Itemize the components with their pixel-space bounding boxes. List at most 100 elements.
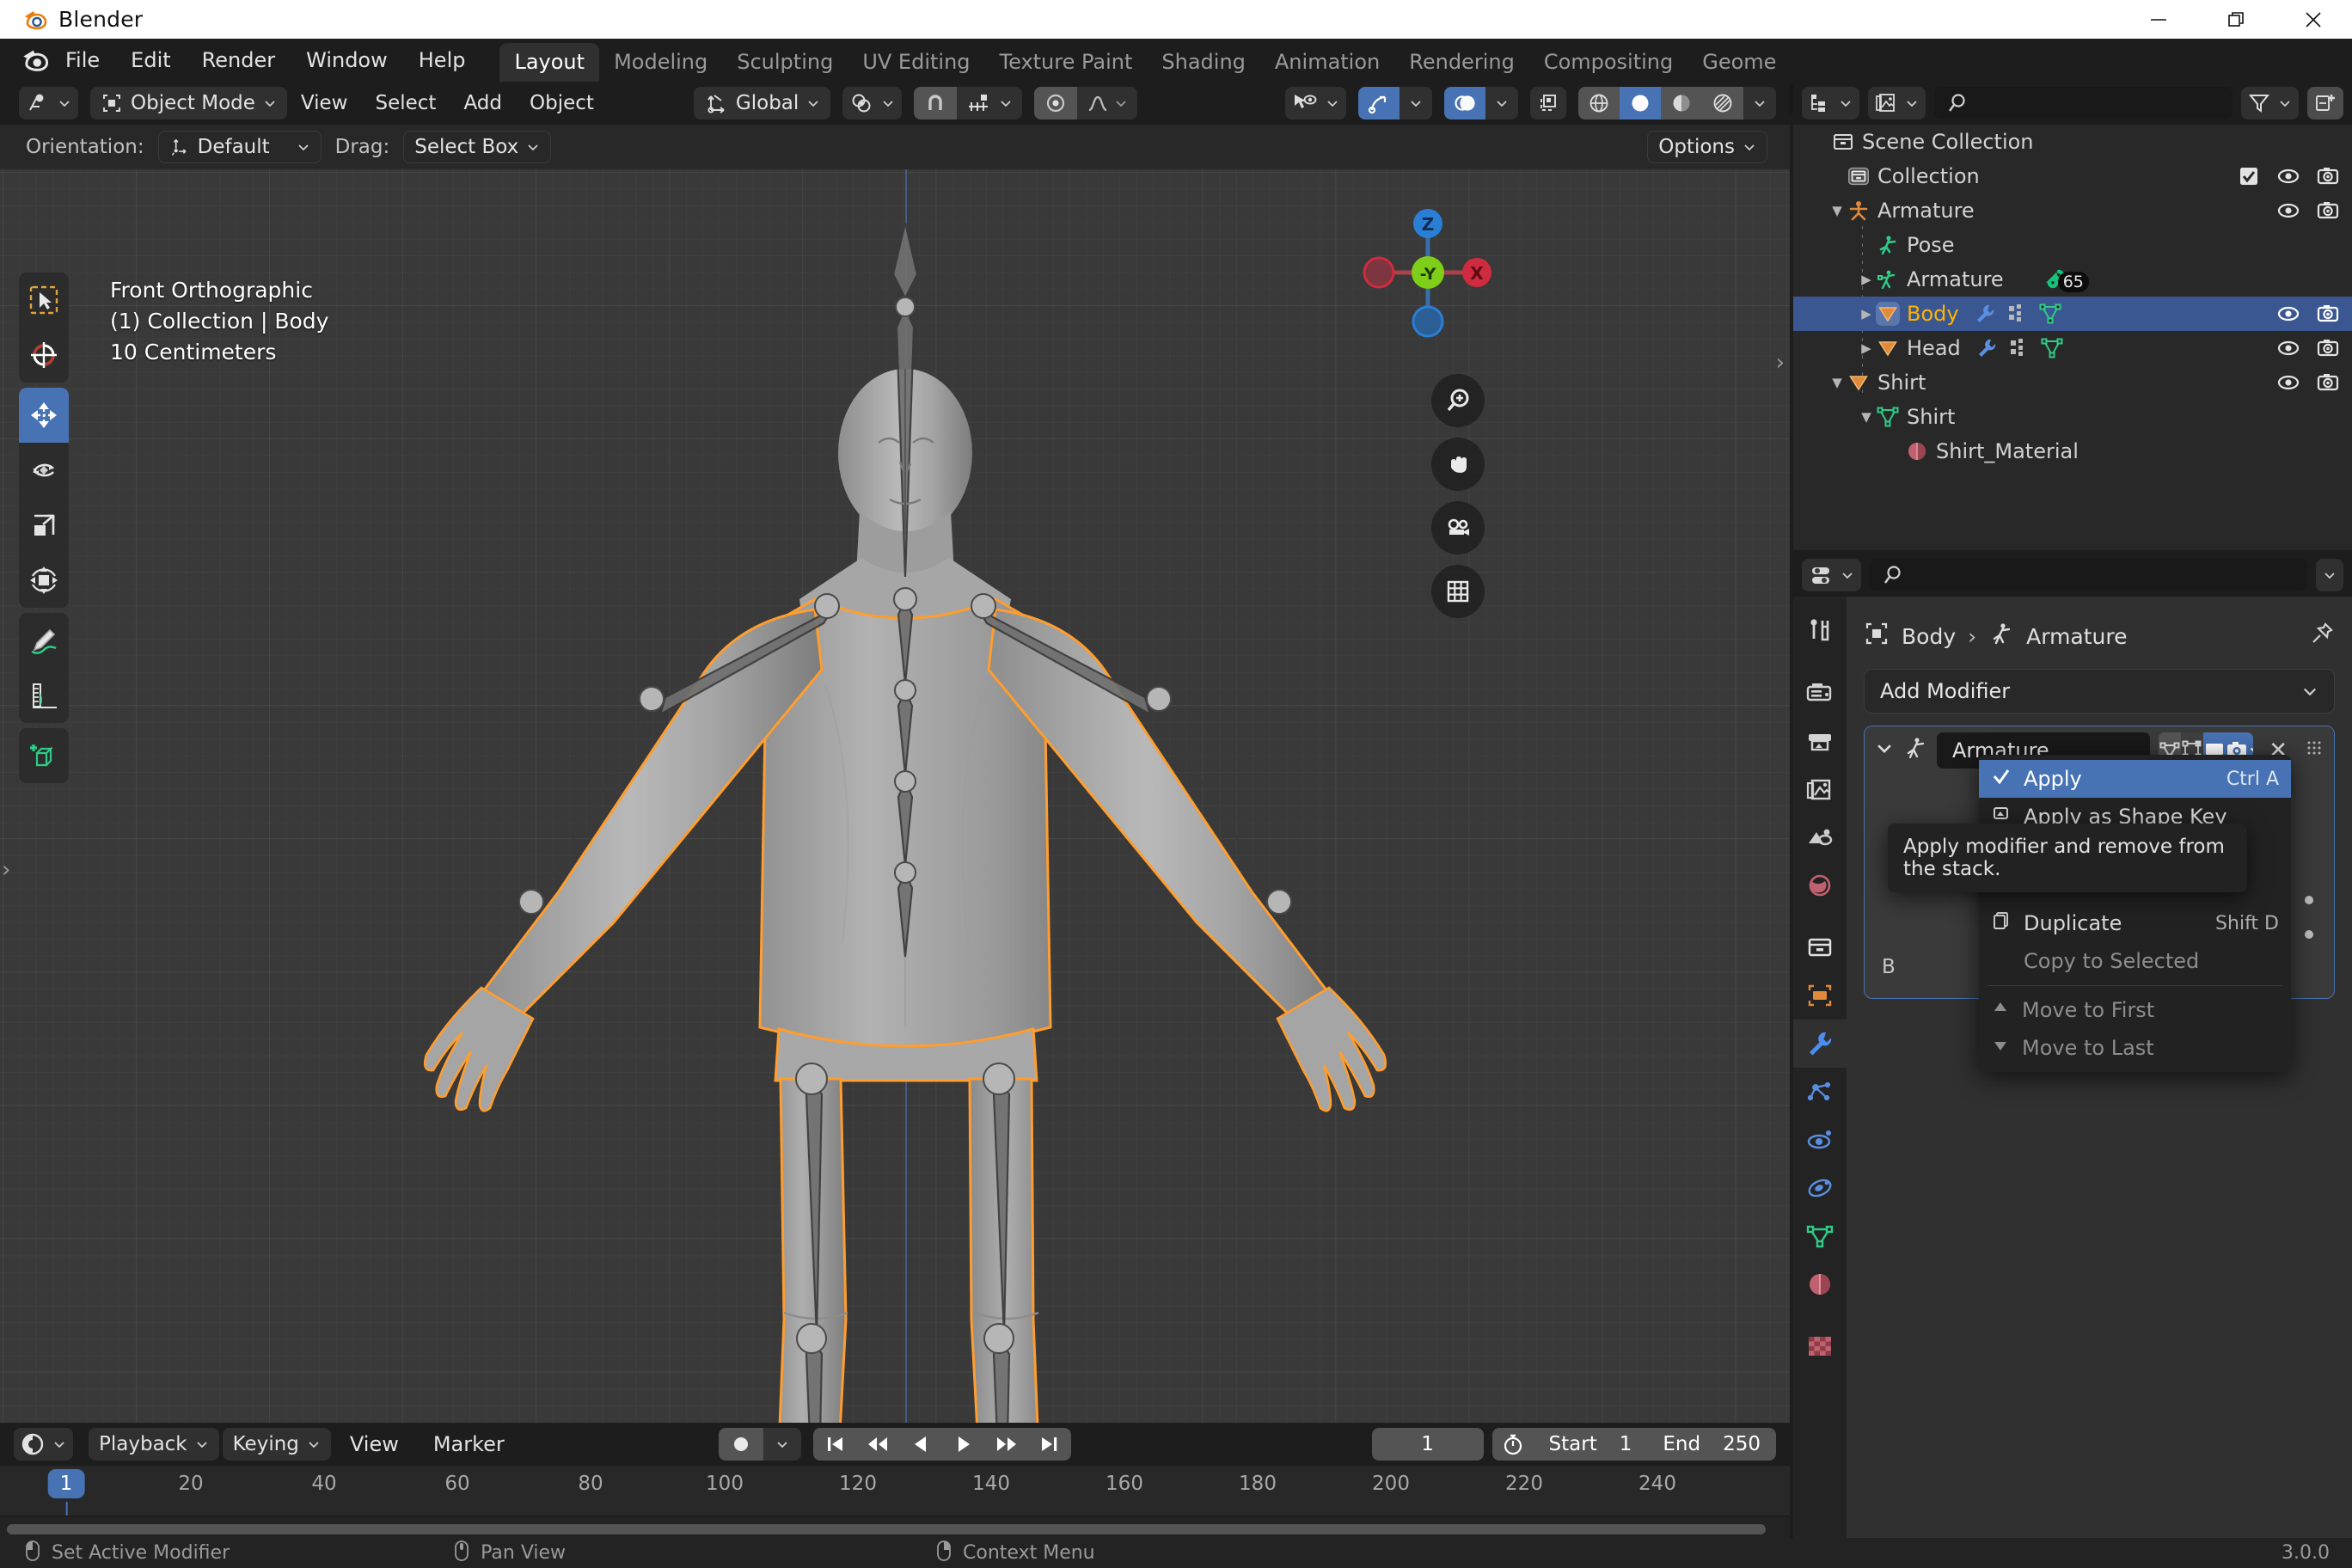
- expander-down-icon[interactable]: ▼: [1857, 409, 1876, 425]
- rotate-tool[interactable]: [19, 443, 69, 498]
- menu-file[interactable]: File: [50, 46, 115, 75]
- outliner-row-shirt-material[interactable]: Shirt_Material: [1793, 434, 2352, 469]
- outliner-display-mode[interactable]: [1868, 87, 1926, 119]
- expander-down-icon[interactable]: ▼: [1828, 375, 1847, 390]
- play-button[interactable]: [942, 1428, 985, 1461]
- gizmo-settings[interactable]: [1400, 87, 1432, 119]
- render-tab[interactable]: [1793, 669, 1847, 717]
- sidebar-expand-arrow[interactable]: ›: [1776, 350, 1785, 376]
- menu-item-copy-to-selected[interactable]: Copy to Selected: [1979, 942, 2291, 980]
- pin-icon[interactable]: [2309, 621, 2335, 652]
- timeline-horizontal-scrollbar[interactable]: [7, 1524, 1766, 1534]
- timeline-editor-type[interactable]: [14, 1428, 73, 1461]
- tab-sculpting[interactable]: Sculpting: [722, 43, 848, 82]
- pivot-point-selector[interactable]: [842, 87, 902, 119]
- expander-right-icon[interactable]: ▶: [1857, 272, 1876, 287]
- camera-icon[interactable]: [2316, 336, 2340, 360]
- material-preview-button[interactable]: [1661, 87, 1702, 119]
- restore-button[interactable]: [2197, 0, 2275, 39]
- eye-icon[interactable]: [2276, 302, 2300, 326]
- grid-icon[interactable]: [1431, 565, 1485, 618]
- vertex-group-icon[interactable]: [2006, 302, 2030, 326]
- collection-tab[interactable]: [1793, 923, 1847, 971]
- tab-animation[interactable]: Animation: [1260, 43, 1394, 82]
- show-overlays-toggle[interactable]: [1444, 87, 1485, 119]
- cursor-tool[interactable]: [19, 328, 69, 383]
- timeline-menu-view[interactable]: View: [334, 1430, 414, 1459]
- eye-icon[interactable]: [2276, 164, 2300, 188]
- transform-tool[interactable]: [19, 553, 69, 608]
- timeline-menu-marker[interactable]: Marker: [418, 1430, 520, 1459]
- new-collection-button[interactable]: [2307, 87, 2343, 119]
- outliner-editor-type[interactable]: [1802, 87, 1859, 119]
- playhead[interactable]: 1: [48, 1469, 85, 1498]
- shading-settings[interactable]: [1743, 87, 1776, 119]
- jump-to-end-button[interactable]: [1028, 1428, 1071, 1461]
- proportional-edit-toggle[interactable]: [1034, 87, 1077, 119]
- checkbox-icon[interactable]: [2237, 164, 2261, 188]
- texture-tab[interactable]: [1793, 1322, 1847, 1370]
- camera-icon[interactable]: [2316, 199, 2340, 223]
- world-tab[interactable]: [1793, 861, 1847, 910]
- properties-search-input[interactable]: [1870, 559, 2307, 591]
- add-cube-tool[interactable]: [19, 728, 69, 783]
- xray-toggle[interactable]: [1530, 87, 1566, 119]
- jump-to-prev-keyframe-button[interactable]: [856, 1428, 899, 1461]
- tweak-tool[interactable]: [19, 273, 69, 328]
- eye-icon[interactable]: [2276, 336, 2300, 360]
- menu-item-move-to-first[interactable]: Move to First: [1979, 991, 2291, 1029]
- annotate-tool[interactable]: [19, 613, 69, 668]
- scale-tool[interactable]: [19, 498, 69, 553]
- snap-toggle[interactable]: [914, 87, 957, 119]
- orientation-dropdown[interactable]: Default: [158, 131, 322, 163]
- measure-tool[interactable]: [19, 668, 69, 723]
- move-tool[interactable]: [19, 388, 69, 443]
- visibility-selector[interactable]: [1285, 87, 1346, 119]
- material-tab[interactable]: [1793, 1260, 1847, 1308]
- wrench-icon[interactable]: [1973, 302, 1997, 326]
- vertex-group-icon[interactable]: [2007, 336, 2031, 360]
- menu-item-move-to-last[interactable]: Move to Last: [1979, 1029, 2291, 1067]
- drag-handle-icon[interactable]: [2305, 738, 2324, 763]
- editor-type-selector[interactable]: [19, 87, 78, 119]
- camera-icon[interactable]: [2316, 164, 2340, 188]
- tab-texture-paint[interactable]: Texture Paint: [985, 43, 1148, 82]
- blender-menu-icon[interactable]: [21, 46, 50, 75]
- menu-edit[interactable]: Edit: [115, 46, 186, 75]
- transform-orientation-selector[interactable]: Global: [694, 87, 830, 119]
- use-preview-range-icon[interactable]: [1492, 1428, 1534, 1461]
- navigation-gizmo[interactable]: Z X -Y: [1355, 199, 1501, 346]
- menu-render[interactable]: Render: [187, 46, 291, 75]
- options-dropdown[interactable]: Options: [1647, 131, 1767, 163]
- jump-to-next-keyframe-button[interactable]: [985, 1428, 1028, 1461]
- add-modifier-dropdown[interactable]: Add Modifier: [1864, 669, 2335, 714]
- tab-compositing[interactable]: Compositing: [1529, 43, 1687, 82]
- expander-right-icon[interactable]: ▶: [1857, 306, 1876, 322]
- toolbar-collapse-arrow[interactable]: ›: [2, 857, 10, 883]
- expander-right-icon[interactable]: ▶: [1857, 340, 1876, 356]
- menu-item-duplicate[interactable]: Duplicate Shift D: [1979, 904, 2291, 942]
- camera-icon[interactable]: [1431, 501, 1485, 554]
- viewport-menu-select[interactable]: Select: [361, 89, 450, 118]
- constraints-tab[interactable]: [1793, 1164, 1847, 1212]
- start-frame-field[interactable]: Start 1: [1534, 1428, 1648, 1461]
- properties-editor-type[interactable]: [1802, 559, 1861, 591]
- interaction-mode-selector[interactable]: Object Mode: [90, 87, 287, 119]
- outliner-filter-button[interactable]: [2241, 87, 2299, 119]
- play-reverse-button[interactable]: [899, 1428, 942, 1461]
- tab-layout[interactable]: Layout: [499, 43, 599, 82]
- outliner-row-collection[interactable]: Collection: [1793, 159, 2352, 193]
- expander-down-icon[interactable]: ▼: [1828, 203, 1847, 218]
- end-frame-field[interactable]: End 250: [1647, 1428, 1776, 1461]
- camera-icon[interactable]: [2316, 302, 2340, 326]
- camera-icon[interactable]: [2316, 371, 2340, 395]
- properties-options-dropdown[interactable]: [2316, 559, 2343, 591]
- overlay-settings[interactable]: [1485, 87, 1518, 119]
- viewport-menu-add[interactable]: Add: [450, 89, 516, 118]
- outliner-row-armature-data[interactable]: ▶ Armature 65: [1793, 262, 2352, 297]
- mesh-data-icon[interactable]: [2038, 302, 2062, 326]
- timeline-ruler[interactable]: 20 40 60 80 100 120 140 160 180 200 220 …: [0, 1466, 1790, 1516]
- minimize-button[interactable]: [2120, 0, 2197, 39]
- scene-tab[interactable]: [1793, 813, 1847, 861]
- outliner-search-input[interactable]: [1934, 87, 2233, 119]
